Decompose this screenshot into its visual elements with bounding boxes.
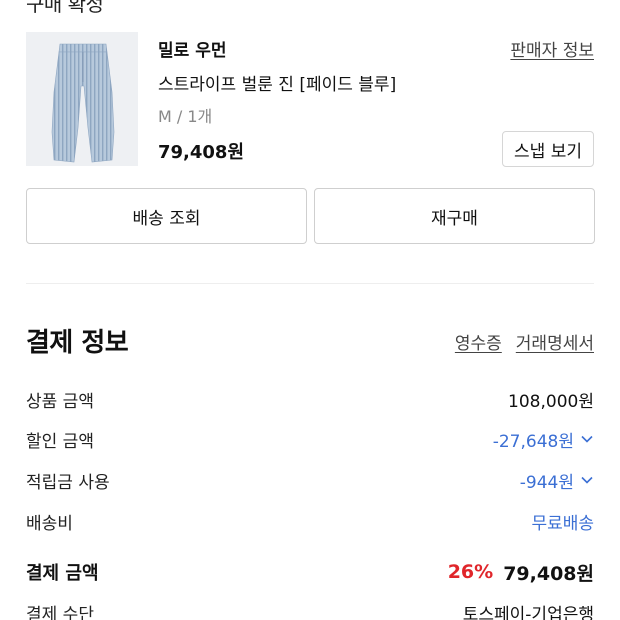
product-price: 79,408원 [158,142,245,163]
track-delivery-button[interactable]: 배송 조회 [26,188,307,244]
product-option: M / 1개 [158,107,213,126]
total-amount-group: 26% 79,408원 [448,559,594,586]
receipt-link[interactable]: 영수증 [455,329,502,354]
product-amount-value: 108,000원 [508,391,594,412]
shipping-fee-row: 배송비 무료배송 [26,507,594,535]
product-amount-row: 상품 금액 108,000원 [26,385,594,413]
section-divider [26,283,594,284]
order-status-header: 구매 확정 [26,0,104,16]
payment-method-row: 결제 수단 토스페이-기업은행 [26,598,594,620]
total-amount-value: 79,408원 [503,562,594,585]
shipping-fee-label: 배송비 [26,513,73,534]
receipt-links: 영수증 거래명세서 [455,329,594,354]
product-amount-label: 상품 금액 [26,391,94,412]
shipping-fee-value: 무료배송 [531,513,594,534]
discount-amount-value: -27,648원 [492,431,574,452]
discount-rate-badge: 26% [447,561,494,583]
total-amount-row: 결제 금액 26% 79,408원 [26,558,594,586]
chevron-down-icon [581,476,593,484]
points-used-label: 적립금 사용 [26,472,110,493]
points-used-toggle[interactable]: -944원 [520,468,594,493]
discount-amount-row[interactable]: 할인 금액 -27,648원 [26,425,594,453]
order-detail-page: 구매 확정 밀로 우먼 판매자 정보 스트라이프 벌룬 진 [페이드 블루] M… [0,0,620,620]
jeans-thumbnail-icon [26,32,138,166]
product-name[interactable]: 스트라이프 벌룬 진 [페이드 블루] [158,70,396,95]
payment-info-title: 결제 정보 [26,328,129,358]
payment-method-value: 토스페이-기업은행 [462,604,594,620]
product-image[interactable] [26,32,138,166]
reorder-button[interactable]: 재구매 [314,188,595,244]
points-used-value: -944원 [519,472,574,493]
chevron-down-icon [581,435,593,443]
total-amount-label: 결제 금액 [26,563,99,584]
payment-method-label: 결제 수단 [26,604,94,620]
discount-amount-label: 할인 금액 [26,431,94,452]
seller-info-link[interactable]: 판매자 정보 [510,36,594,61]
discount-amount-toggle[interactable]: -27,648원 [493,427,594,452]
brand-name[interactable]: 밀로 우먼 [158,36,226,61]
snap-view-button[interactable]: 스냅 보기 [502,131,594,167]
points-used-row[interactable]: 적립금 사용 -944원 [26,466,594,494]
transaction-statement-link[interactable]: 거래명세서 [516,329,594,354]
